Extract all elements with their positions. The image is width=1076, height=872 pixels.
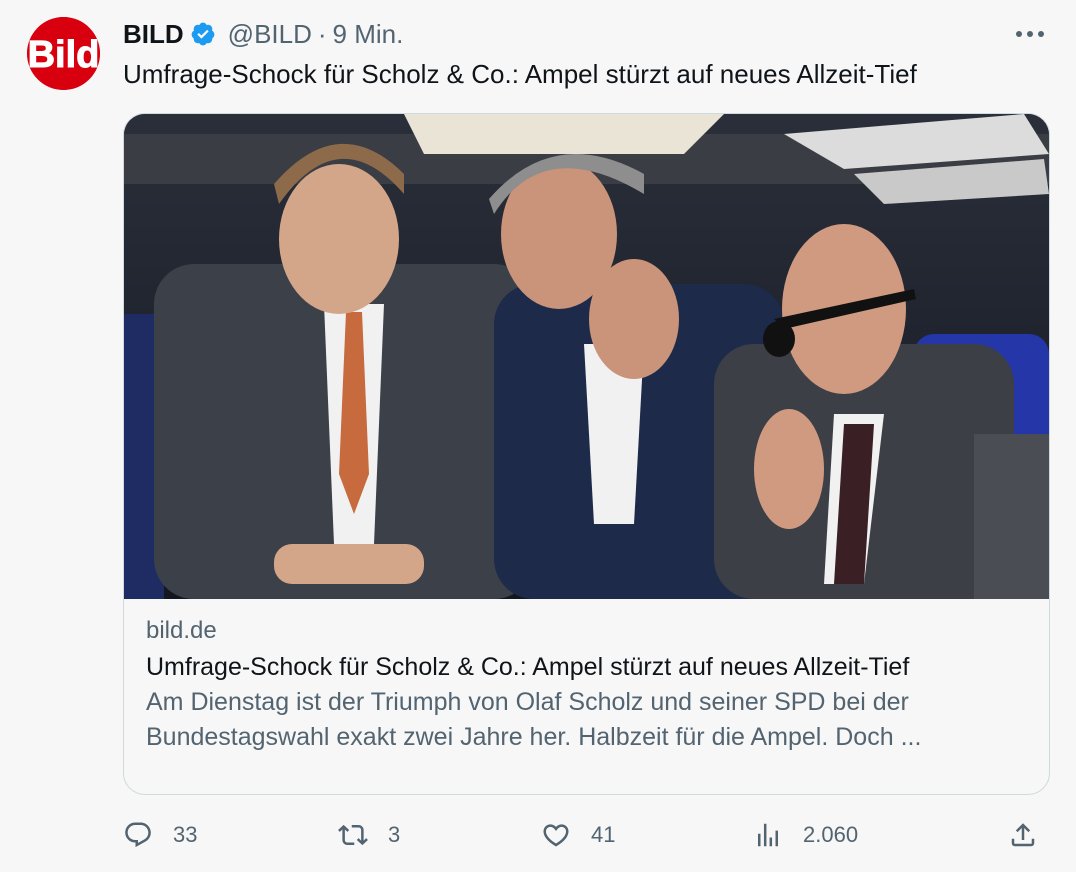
tweet-timestamp[interactable]: 9 Min. xyxy=(333,19,404,50)
views-count: 2.060 xyxy=(803,822,859,847)
like-button[interactable]: 41 xyxy=(541,812,615,858)
like-count: 41 xyxy=(591,822,616,847)
retweet-icon xyxy=(338,824,368,846)
retweet-button[interactable]: 3 xyxy=(338,812,400,858)
retweet-count: 3 xyxy=(388,822,401,847)
bild-logo-icon: Bild xyxy=(27,17,100,90)
share-button[interactable] xyxy=(1008,812,1038,858)
views-button[interactable]: 2.060 xyxy=(753,812,858,858)
more-options-button[interactable] xyxy=(1014,22,1046,46)
separator-dot: · xyxy=(317,18,327,49)
more-dots-icon xyxy=(1016,31,1044,37)
tweet-text: Umfrage-Schock für Scholz & Co.: Ampel s… xyxy=(123,59,917,89)
card-title: Umfrage-Schock für Scholz & Co.: Ampel s… xyxy=(146,653,910,681)
bild-logo-avatar[interactable]: Bild xyxy=(27,17,100,90)
card-description: Am Dienstag ist der Triumph von Olaf Sch… xyxy=(146,688,922,751)
views-chart-icon xyxy=(758,823,778,847)
logo-text: Bild xyxy=(28,34,100,76)
news-photo-image xyxy=(124,114,1049,599)
share-upload-icon xyxy=(1011,823,1035,847)
verified-badge-icon xyxy=(191,22,215,46)
tweet-action-bar: 33 3 41 2.060 xyxy=(123,812,1043,858)
tweet-header: BILD @BILD · 9 Min. xyxy=(123,18,1046,50)
reply-button[interactable]: 33 xyxy=(123,812,197,858)
reply-count: 33 xyxy=(173,822,198,847)
heart-icon xyxy=(543,824,569,847)
author-handle[interactable]: @BILD xyxy=(228,19,312,50)
link-card[interactable]: bild.de Umfrage-Schock für Scholz & Co.:… xyxy=(123,113,1050,795)
author-name[interactable]: BILD xyxy=(123,19,184,50)
card-domain: bild.de xyxy=(146,617,217,644)
reply-icon xyxy=(125,822,151,848)
